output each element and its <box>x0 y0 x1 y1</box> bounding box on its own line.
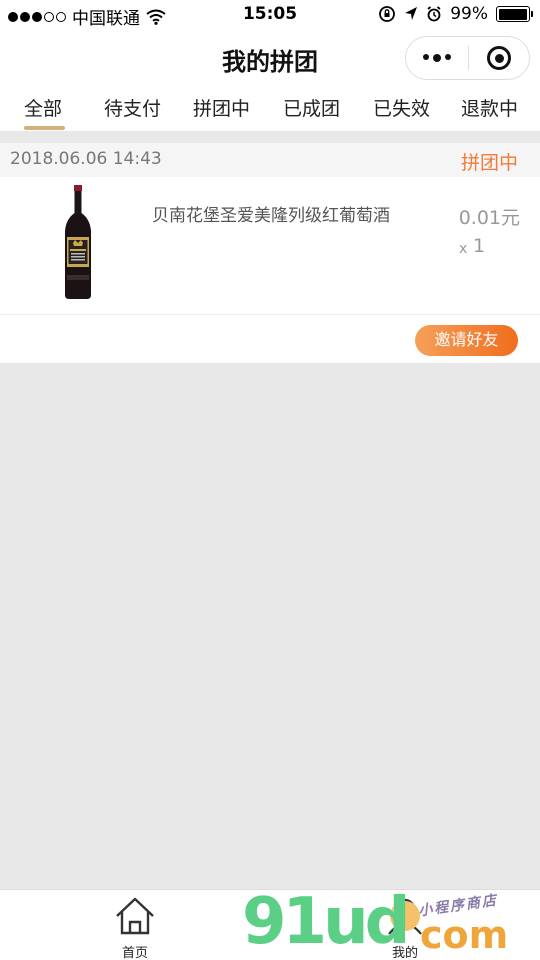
tab-all[interactable]: 全部 <box>24 94 62 121</box>
wine-bottle-image <box>65 185 91 299</box>
product-row[interactable]: 贝南花堡圣爱美隆列级红葡萄酒 0.01元 x 1 <box>0 177 540 315</box>
order-filter-tabs: 全部 待支付 拼团中 已成团 已失效 退款中 <box>0 86 540 132</box>
rotation-lock-icon <box>379 6 396 22</box>
active-tab-indicator <box>24 126 65 130</box>
home-icon <box>116 897 154 935</box>
order-header: 2018.06.06 14:43 拼团中 <box>0 143 540 177</box>
target-ring <box>487 46 511 70</box>
tab-group-complete[interactable]: 已成团 <box>283 94 340 121</box>
tab-bar-label-home: 首页 <box>121 946 148 960</box>
product-quantity: 1 <box>473 235 486 257</box>
invite-friends-button[interactable]: 邀请好友 <box>415 325 518 356</box>
watermark-suffix: com <box>420 913 509 957</box>
tab-refunding[interactable]: 退款中 <box>461 94 518 121</box>
alarm-icon <box>427 6 441 22</box>
tab-bar-item-home[interactable]: 首页 <box>105 896 165 960</box>
dot <box>423 54 429 60</box>
watermark-brand: 91ud <box>242 885 410 959</box>
product-name: 贝南花堡圣爱美隆列级红葡萄酒 <box>152 206 390 226</box>
target-center <box>494 53 504 63</box>
status-right: 99% <box>378 4 533 24</box>
battery-icon <box>496 6 533 22</box>
order-status-badge: 拼团中 <box>460 152 518 174</box>
watermark-logo: 91ud 小程序商店 com <box>242 885 540 959</box>
battery-percent: 99% <box>450 4 488 24</box>
location-arrow-icon <box>405 7 418 20</box>
order-card[interactable]: 2018.06.06 14:43 拼团中 贝南花堡圣爱美隆列级红葡萄酒 0.01… <box>0 143 540 363</box>
battery-fill <box>498 8 528 20</box>
dot <box>445 54 451 60</box>
tab-grouping[interactable]: 拼团中 <box>193 94 250 121</box>
tab-expired[interactable]: 已失效 <box>373 94 430 121</box>
tab-pending-payment[interactable]: 待支付 <box>104 94 161 121</box>
more-dots-icon[interactable] <box>406 54 468 62</box>
mini-program-capsule <box>405 36 530 80</box>
status-bar: 中国联通 15:05 99% <box>0 0 540 30</box>
order-time: 2018.06.06 14:43 <box>10 149 162 169</box>
navigation-bar: 我的拼团 <box>0 30 540 86</box>
product-price: 0.01元 <box>458 207 520 229</box>
close-target-icon[interactable] <box>469 46 529 70</box>
quantity-prefix: x <box>459 241 468 257</box>
dot <box>433 54 441 62</box>
